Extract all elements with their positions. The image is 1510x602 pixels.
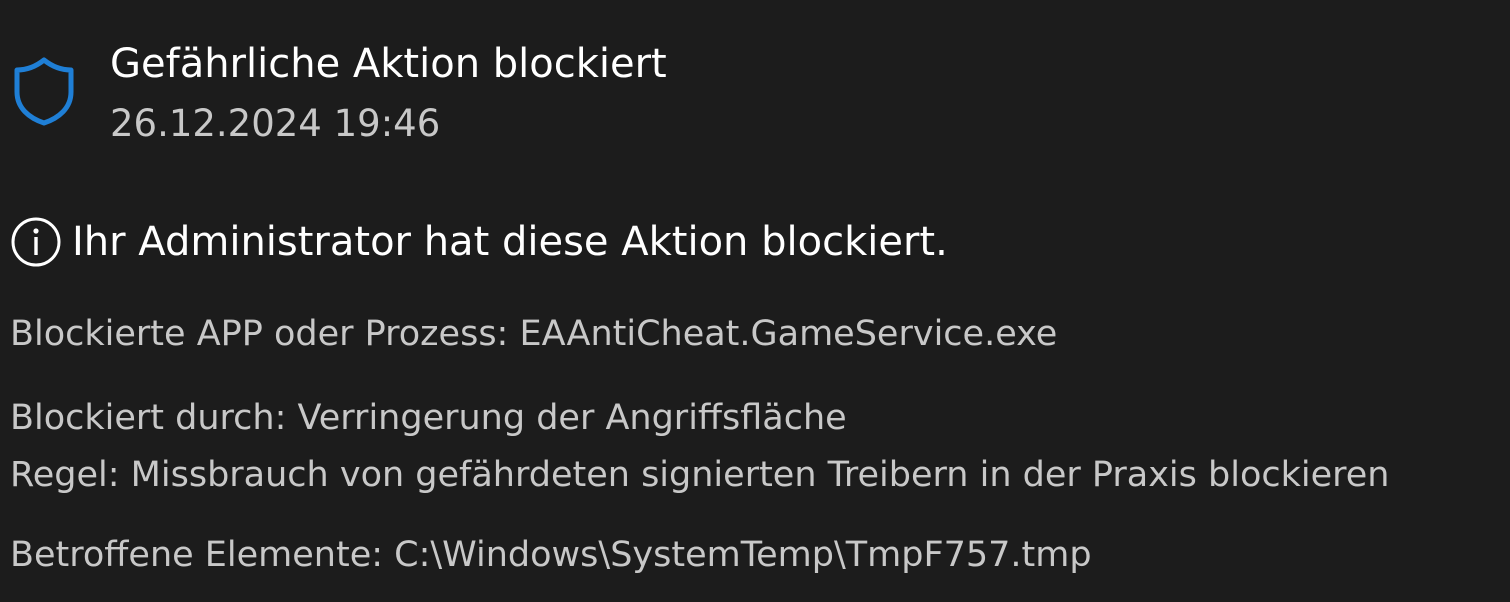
- security-notification: Gefährliche Aktion blockiert 26.12.2024 …: [0, 0, 1510, 602]
- info-message: Ihr Administrator hat diese Aktion block…: [10, 214, 948, 270]
- blocked-app-text: Blockierte APP oder Prozess: EAAntiCheat…: [10, 314, 1058, 354]
- info-icon: [10, 216, 62, 268]
- notification-title: Gefährliche Aktion blockiert: [110, 41, 667, 87]
- info-message-text: Ihr Administrator hat diese Aktion block…: [72, 219, 948, 265]
- notification-timestamp: 26.12.2024 19:46: [110, 102, 441, 145]
- shield-icon: [12, 56, 76, 126]
- notification-header: Gefährliche Aktion blockiert 26.12.2024 …: [0, 0, 1510, 160]
- affected-items-text: Betroffene Elemente: C:\Windows\SystemTe…: [10, 535, 1092, 575]
- rule-text: Regel: Missbrauch von gefährdeten signie…: [10, 455, 1390, 495]
- blocked-by-text: Blockiert durch: Verringerung der Angrif…: [10, 398, 847, 438]
